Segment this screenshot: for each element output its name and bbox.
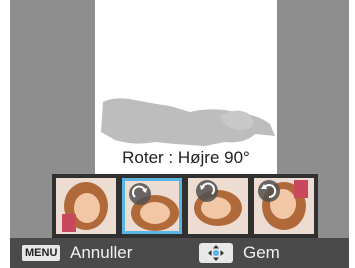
frame-edge-right — [349, 0, 355, 268]
dpad-ok-icon[interactable] — [199, 243, 233, 263]
rotate-clockwise-icon — [129, 183, 151, 205]
rotate-180-icon — [258, 180, 280, 202]
cancel-label[interactable]: Annuller — [70, 242, 132, 264]
camera-screen: Roter : Højre 90° MENU Annuller Gem — [0, 0, 355, 268]
frame-edge-left — [0, 0, 10, 268]
menu-key[interactable]: MENU — [22, 245, 61, 261]
thumbnail-rotate-left[interactable] — [188, 178, 248, 234]
thumbnail-original[interactable] — [56, 178, 116, 234]
rotate-counterclockwise-icon — [196, 180, 218, 202]
save-label[interactable]: Gem — [243, 242, 280, 264]
thumbnail-rotate-right[interactable] — [122, 178, 182, 234]
thumbnail-rotate-180[interactable] — [254, 178, 314, 234]
rotation-status: Roter : Højre 90° — [95, 146, 277, 170]
girl-portrait-icon — [56, 178, 116, 234]
thumbnail-strip — [52, 174, 318, 238]
bottom-bar: MENU Annuller Gem — [0, 238, 355, 268]
